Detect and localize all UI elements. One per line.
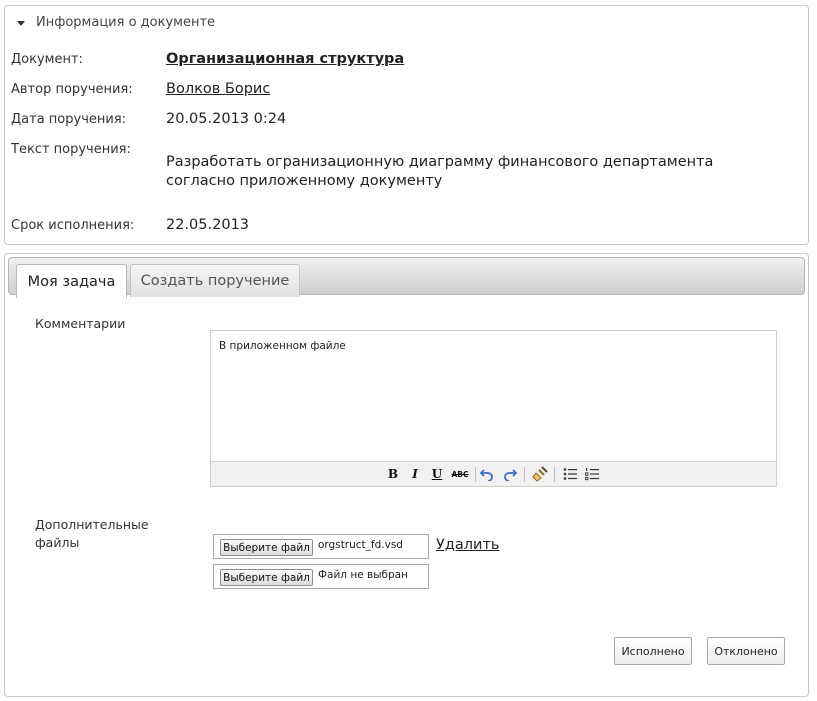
- author-link[interactable]: Волков Борис: [166, 81, 270, 97]
- delete-file-link[interactable]: Удалить: [436, 537, 499, 553]
- additional-files-label: Дополнительные файлы: [35, 517, 149, 550]
- author-label: Автор поручения:: [11, 82, 133, 97]
- strikethrough-button[interactable]: ABC: [450, 466, 470, 482]
- tab-my-task[interactable]: Моя задача: [16, 264, 127, 298]
- task-text-label: Текст поручения:: [11, 142, 131, 157]
- date-label: Дата поручения:: [11, 112, 127, 127]
- italic-button[interactable]: I: [408, 466, 422, 482]
- document-link[interactable]: Организационная структура: [166, 51, 404, 67]
- collapse-triangle-icon[interactable]: [17, 20, 25, 26]
- selected-filename: orgstruct_fd.vsd: [318, 539, 403, 551]
- date-value: 20.05.2013 0:24: [166, 111, 287, 127]
- tab-bar: Моя задача Создать поручение: [8, 257, 805, 298]
- tab-create-assignment[interactable]: Создать поручение: [130, 264, 300, 297]
- document-label: Документ:: [11, 52, 83, 67]
- bold-button[interactable]: B: [386, 466, 400, 482]
- toolbar-separator: [524, 467, 525, 482]
- document-info-panel: Информация о документе Документ: Организ…: [4, 5, 809, 245]
- toolbar-separator: [554, 467, 555, 482]
- editor-toolbar: B I U ABC: [211, 461, 776, 486]
- editor-content[interactable]: В приложенном файле: [219, 340, 346, 352]
- redo-icon[interactable]: [502, 466, 518, 482]
- deadline-value: 22.05.2013: [166, 217, 250, 233]
- task-panel: Моя задача Создать поручение Комментарии…: [4, 253, 809, 697]
- clear-format-icon[interactable]: [531, 466, 549, 482]
- file-input-2[interactable]: Выберите файл Файл не выбран: [213, 564, 429, 589]
- choose-file-button[interactable]: Выберите файл: [220, 539, 313, 556]
- toolbar-separator: [475, 467, 476, 482]
- bulleted-list-icon[interactable]: [562, 466, 578, 482]
- underline-button[interactable]: U: [430, 466, 444, 482]
- task-text-value: Разработать огранизационную диаграмму фи…: [166, 154, 714, 189]
- comment-editor[interactable]: В приложенном файле B I U ABC: [210, 330, 777, 487]
- deadline-label: Срок исполнения:: [11, 218, 135, 233]
- undo-icon[interactable]: [479, 466, 495, 482]
- file-input-1[interactable]: Выберите файл orgstruct_fd.vsd: [213, 534, 429, 559]
- document-info-title: Информация о документе: [36, 15, 216, 30]
- choose-file-button[interactable]: Выберите файл: [220, 569, 313, 586]
- selected-filename: Файл не выбран: [318, 569, 408, 581]
- rejected-button[interactable]: Отклонено: [707, 637, 785, 665]
- document-info-header[interactable]: Информация о документе: [17, 15, 215, 30]
- done-button[interactable]: Исполнено: [614, 637, 692, 665]
- comments-label: Комментарии: [35, 316, 126, 331]
- numbered-list-icon[interactable]: [584, 466, 600, 482]
